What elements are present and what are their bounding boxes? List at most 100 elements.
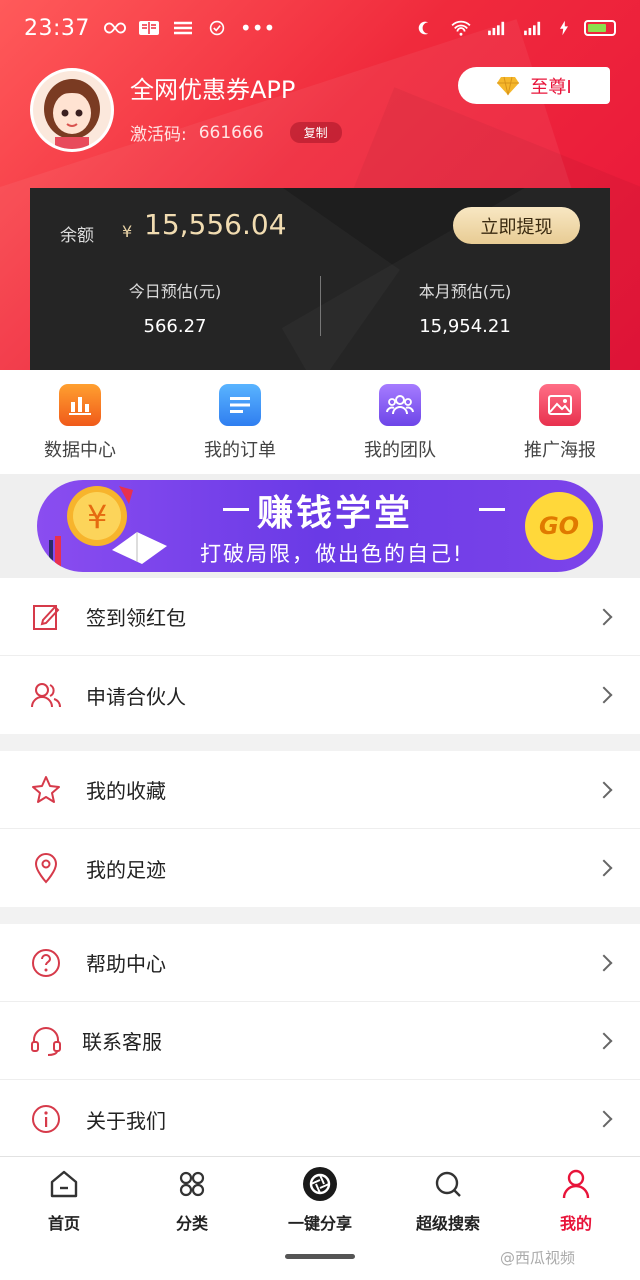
home-icon [50, 1170, 78, 1198]
charging-icon [560, 20, 568, 36]
copy-button[interactable]: 复制 [289, 122, 342, 143]
stack-icon [173, 21, 192, 35]
chevron-right-icon [595, 686, 613, 704]
chart-icon [59, 384, 101, 426]
banner-subtitle: 打破局限，做出色的自己! [200, 542, 464, 566]
month-estimate-value: 15,954.21 [419, 316, 511, 337]
menu-item-favorites[interactable]: 我的收藏 [0, 751, 640, 829]
signal-icon [524, 21, 541, 36]
menu-item-about[interactable]: 关于我们 [0, 1080, 640, 1158]
status-notification-icons: ••• [103, 16, 276, 40]
menu-item-partner[interactable]: 申请合伙人 [0, 656, 640, 734]
chevron-right-icon [595, 859, 613, 877]
tab-home[interactable]: 首页 [0, 1157, 128, 1239]
more-dots-icon: ••• [239, 16, 276, 40]
vip-badge-button[interactable]: 至尊I [458, 67, 610, 104]
vip-label: 至尊I [530, 76, 572, 98]
menu-group-3: 帮助中心 联系客服 关于我们 [0, 924, 640, 1158]
quick-item-label: 我的订单 [204, 440, 276, 461]
menu-item-customer-service[interactable]: 联系客服 [0, 1002, 640, 1080]
avatar[interactable] [30, 68, 114, 152]
activation-code-value: 661666 [198, 122, 264, 143]
balance-value: 15,556.04 [144, 208, 287, 241]
status-system-icons [414, 20, 616, 36]
menu-item-label: 帮助中心 [86, 952, 166, 976]
location-icon [34, 853, 58, 884]
infinity-icon [103, 22, 126, 34]
list-icon [219, 384, 261, 426]
quick-item-promo-poster[interactable]: 推广海报 [480, 370, 640, 474]
quick-item-data-center[interactable]: 数据中心 [0, 370, 160, 474]
quick-item-label: 数据中心 [44, 440, 116, 461]
banner-dash-left [223, 508, 249, 511]
tab-label: 分类 [175, 1214, 208, 1233]
tab-profile[interactable]: 我的 [512, 1157, 640, 1239]
svg-text:¥: ¥ [87, 498, 107, 536]
tab-label: 超级搜索 [415, 1214, 480, 1233]
chevron-right-icon [595, 781, 613, 798]
activation-code-row: 激活码: 661666 复制 [130, 120, 342, 145]
quick-item-my-orders[interactable]: 我的订单 [160, 370, 320, 474]
today-estimate-label: 今日预估(元) [128, 282, 222, 301]
menu-item-footprints[interactable]: 我的足迹 [0, 829, 640, 907]
profile-icon [562, 1169, 590, 1199]
share-icon [303, 1167, 337, 1201]
menu-item-help[interactable]: 帮助中心 [0, 924, 640, 1002]
month-estimate: 本月预估(元) 15,954.21 [320, 278, 610, 337]
banner-title: 赚钱学堂 [257, 493, 414, 534]
chevron-right-icon [595, 1032, 613, 1049]
users-icon [31, 683, 61, 708]
avatar-cartoon-icon [33, 71, 111, 149]
quick-menu: 数据中心 我的订单 我的团队 推广海报 [0, 370, 640, 474]
balance-card: 余额 ¥ 15,556.04 立即提现 今日预估(元) 566.27 本月预估(… [30, 188, 610, 370]
month-estimate-label: 本月预估(元) [418, 282, 512, 301]
category-icon [179, 1171, 205, 1197]
help-icon [32, 948, 60, 977]
edit-icon [33, 604, 60, 630]
menu-item-checkin[interactable]: 签到领红包 [0, 578, 640, 656]
book-icon [138, 21, 159, 35]
watermark: @西瓜视频 [500, 1249, 576, 1267]
menu-group-2: 我的收藏 我的足迹 [0, 751, 640, 907]
banner-dash-right [479, 508, 505, 511]
menu-item-label: 申请合伙人 [86, 684, 186, 709]
banner-area: ¥ 赚钱学堂 打破局限，做出色的自己! GO [0, 474, 640, 578]
menu-item-label: 我的足迹 [86, 857, 166, 882]
money-school-banner[interactable]: ¥ 赚钱学堂 打破局限，做出色的自己! GO [37, 480, 603, 572]
chevron-right-icon [595, 954, 613, 971]
info-icon [32, 1105, 60, 1133]
search-icon [435, 1171, 461, 1197]
withdraw-button[interactable]: 立即提现 [453, 207, 580, 244]
chevron-right-icon [595, 608, 613, 625]
coin-book-icon: ¥ [49, 486, 167, 572]
battery-icon [584, 20, 616, 36]
tab-share[interactable]: 一键分享 [256, 1157, 384, 1239]
menu-group-1: 签到领红包 申请合伙人 [0, 578, 640, 734]
menu-item-label: 签到领红包 [86, 606, 186, 630]
moon-icon [418, 21, 429, 35]
go-button[interactable]: GO [525, 492, 593, 560]
tab-label: 我的 [559, 1214, 592, 1233]
menu-item-label: 关于我们 [86, 1108, 166, 1133]
quick-item-label: 我的团队 [364, 440, 436, 461]
team-icon [379, 384, 421, 426]
quick-item-my-team[interactable]: 我的团队 [320, 370, 480, 474]
star-icon [32, 775, 60, 803]
tab-category[interactable]: 分类 [128, 1157, 256, 1239]
check-circle-icon [209, 20, 225, 36]
menu-item-label: 联系客服 [82, 1030, 162, 1054]
balance-label: 余额 [60, 226, 94, 246]
chevron-right-icon [595, 1110, 613, 1128]
balance-currency: ¥ [122, 222, 133, 241]
signal-4g-icon [488, 21, 505, 36]
today-estimate-value: 566.27 [143, 316, 207, 337]
tab-search[interactable]: 超级搜索 [384, 1157, 512, 1239]
activation-code-label: 激活码: [130, 125, 187, 145]
status-bar: 23:37 ••• [0, 0, 640, 56]
status-time: 23:37 [24, 15, 90, 41]
home-indicator[interactable] [285, 1254, 355, 1259]
app-name: 全网优惠券APP [130, 76, 296, 104]
wifi-icon [451, 20, 471, 36]
tab-label: 一键分享 [287, 1214, 352, 1233]
image-icon [539, 384, 581, 426]
